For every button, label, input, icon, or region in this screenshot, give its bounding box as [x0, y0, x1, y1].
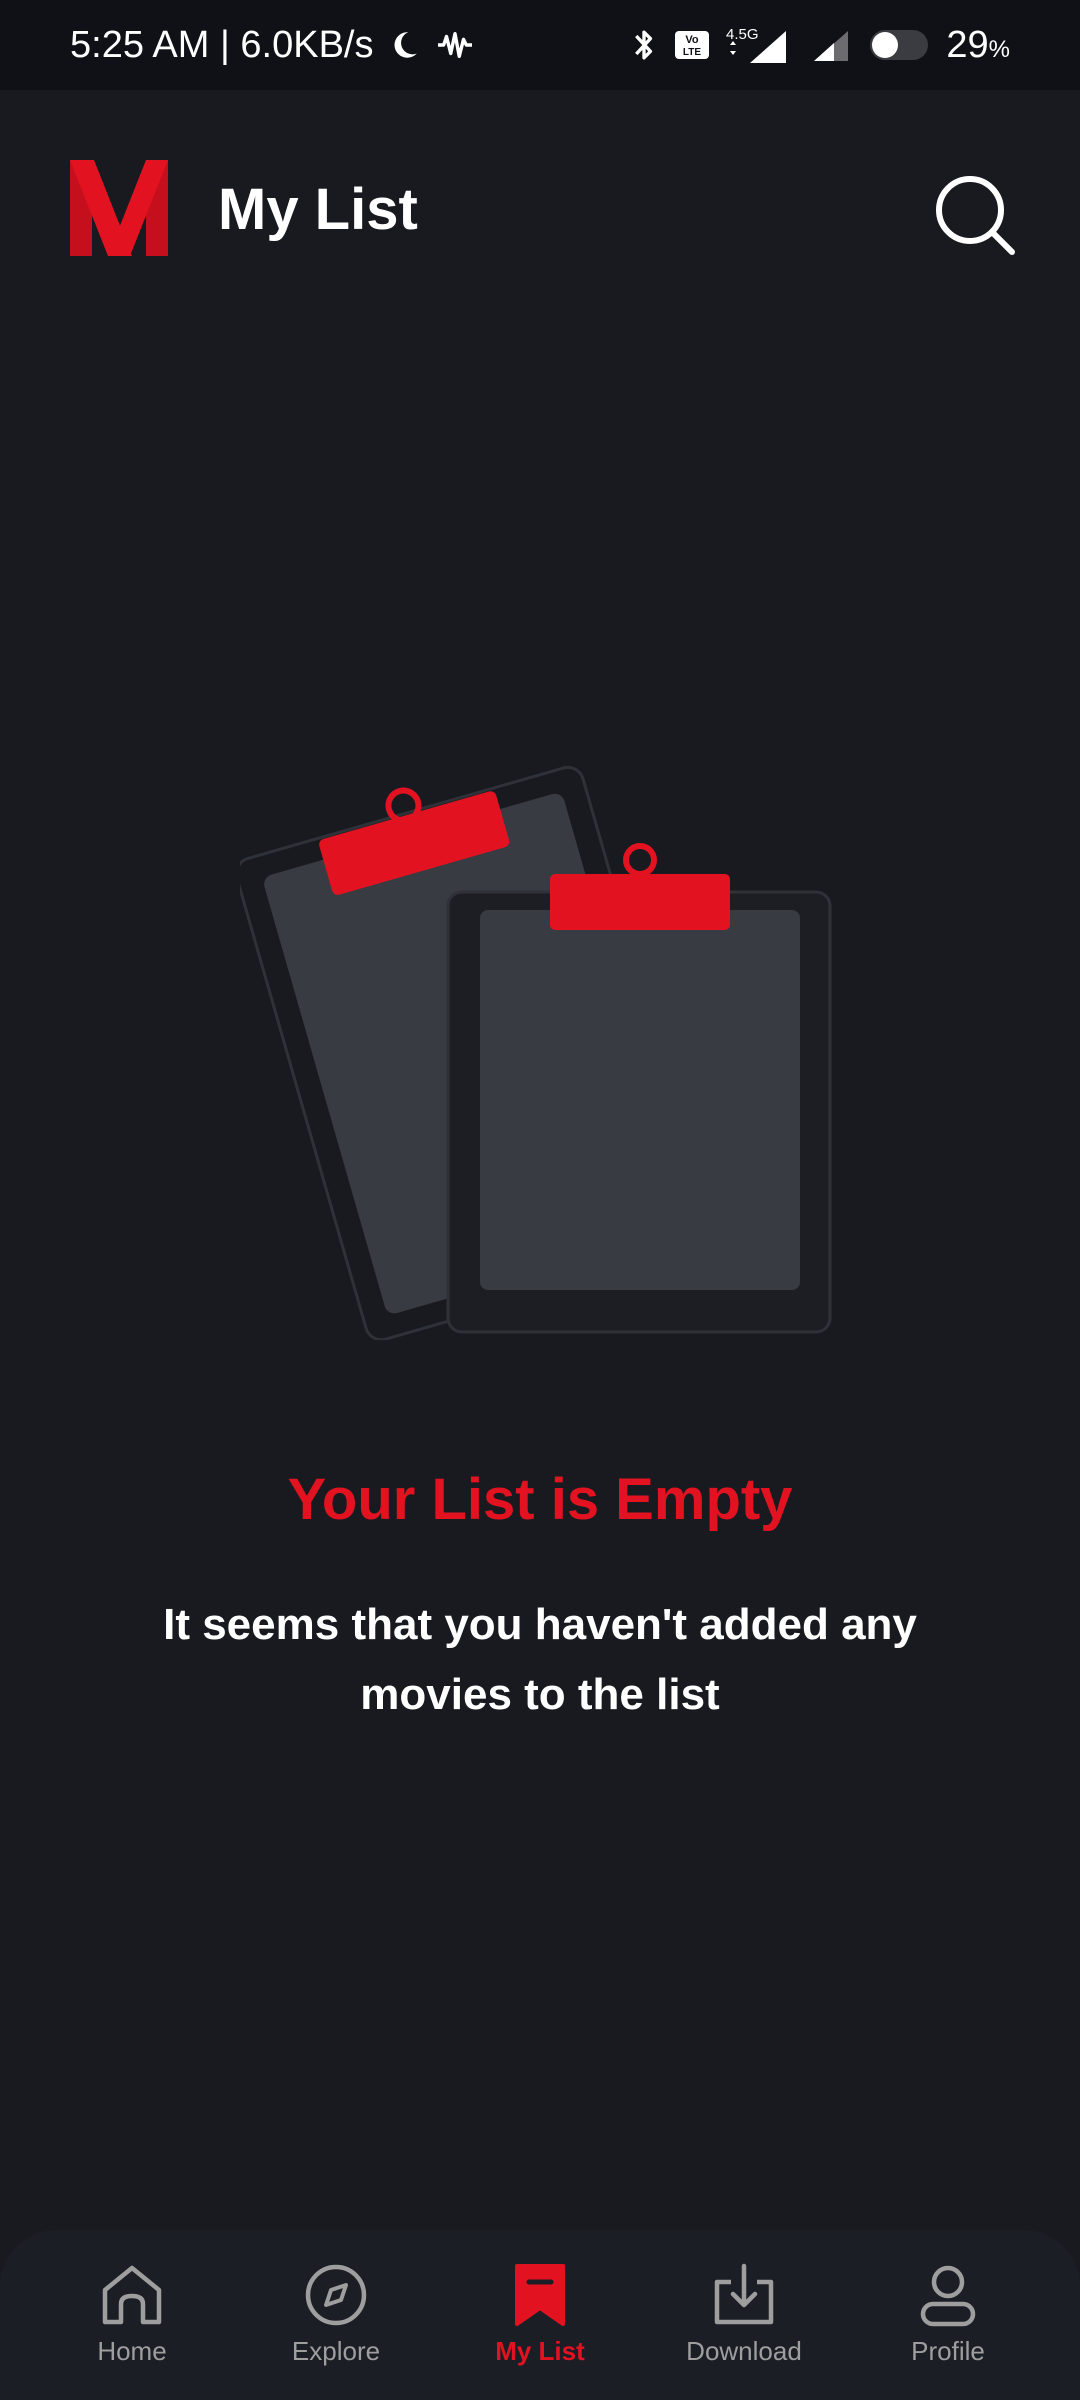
nav-item-explore[interactable]: Explore [246, 2230, 426, 2367]
waveform-icon [435, 28, 475, 62]
search-button[interactable] [930, 170, 1020, 260]
svg-text:LTE: LTE [683, 47, 701, 58]
nav-item-download[interactable]: Download [654, 2230, 834, 2367]
nav-label-profile: Profile [911, 2336, 985, 2366]
nav-label-home: Home [97, 2336, 167, 2366]
signal-icon: 4.5G [726, 25, 796, 65]
bottom-navigation: Home Explore My List Download Profile [0, 2230, 1080, 2400]
empty-list-illustration [234, 760, 840, 1342]
status-bar: 5:25 AM | 6.0KB/s Vo LTE 4.5G 29% [0, 0, 1080, 90]
battery-value: 29 [946, 23, 989, 66]
search-icon [936, 176, 1015, 255]
nav-item-profile[interactable]: Profile [858, 2230, 1038, 2367]
empty-state-title: Your List is Empty [287, 1467, 793, 1532]
compass-icon [305, 2264, 367, 2326]
battery-level: 29% [946, 24, 1010, 67]
battery-unit: % [988, 35, 1010, 63]
app-header: My List [0, 90, 1080, 330]
nav-label-my-list: My List [495, 2336, 585, 2366]
moon-icon [387, 28, 421, 62]
svg-text:Vo: Vo [686, 34, 700, 46]
bookmark-icon [515, 2264, 565, 2326]
nav-label-download: Download [686, 2336, 802, 2366]
volte-icon: Vo LTE [674, 28, 710, 62]
app-logo [70, 160, 168, 256]
signal-weak-icon [812, 27, 852, 63]
home-icon [102, 2265, 162, 2325]
bluetooth-icon [630, 27, 658, 63]
nav-label-explore: Explore [291, 2336, 381, 2366]
clipboard-front-icon [446, 843, 832, 1334]
toggle-icon [868, 26, 930, 64]
empty-state-description: It seems that you haven't added any movi… [163, 1600, 917, 1719]
profile-icon [920, 2265, 976, 2327]
svg-text:4.5G: 4.5G [726, 26, 759, 43]
status-time-speed: 5:25 AM | 6.0KB/s [70, 23, 374, 66]
nav-item-my-list[interactable]: My List [450, 2230, 630, 2367]
page-title: My List [218, 177, 418, 242]
download-icon [714, 2263, 774, 2325]
nav-item-home[interactable]: Home [42, 2230, 222, 2367]
